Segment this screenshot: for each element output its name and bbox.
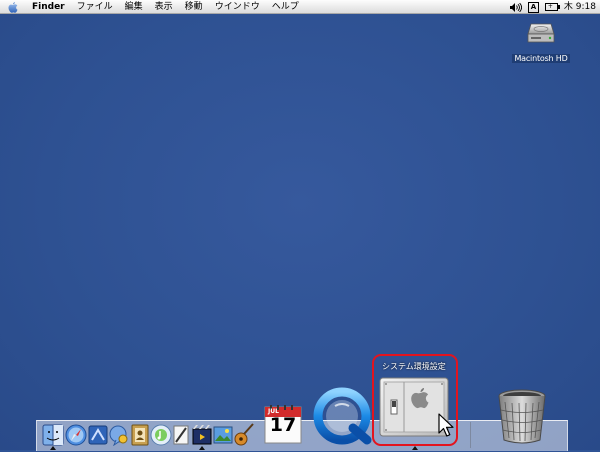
battery-icon: +: [544, 3, 560, 11]
volume-menu[interactable]: [509, 2, 522, 12]
address-book-icon: [131, 424, 149, 446]
dock-iphoto[interactable]: [213, 424, 233, 450]
calendar-day: 17: [269, 414, 297, 436]
safari-icon: [65, 424, 87, 446]
guitar-icon: [234, 423, 254, 446]
desktop[interactable]: [0, 0, 600, 450]
menu-go[interactable]: 移動: [179, 0, 209, 14]
dock-quicktime[interactable]: [313, 386, 375, 452]
arrow-cursor-icon: [438, 413, 454, 437]
dock-separator: [470, 422, 471, 448]
hard-disk-label: Macintosh HD: [512, 54, 570, 63]
dock-app-4[interactable]: [108, 424, 130, 450]
clock[interactable]: 木 9:18: [564, 0, 596, 14]
hard-disk-icon: [527, 23, 555, 43]
battery-menu[interactable]: +: [544, 3, 560, 11]
menu-finder[interactable]: Finder: [26, 0, 71, 14]
menu-file[interactable]: ファイル: [71, 0, 119, 14]
iphoto-icon: [213, 426, 233, 444]
menu-help[interactable]: ヘルプ: [266, 0, 305, 14]
finder-icon: [42, 424, 64, 446]
ime-indicator: A: [527, 1, 539, 13]
running-indicator: [50, 446, 56, 450]
app-icon: [109, 425, 128, 447]
dock-safari[interactable]: [65, 424, 87, 450]
app-icon: [88, 425, 108, 445]
itunes-icon: [150, 424, 172, 446]
quicktime-icon: [313, 387, 372, 445]
menu-view[interactable]: 表示: [149, 0, 179, 14]
macintosh-hd[interactable]: Macintosh HD: [510, 16, 572, 65]
trash-icon: [498, 389, 546, 444]
dock-itunes[interactable]: [150, 424, 172, 450]
menu-window[interactable]: ウインドウ: [209, 0, 266, 14]
menu-edit[interactable]: 編集: [119, 0, 149, 14]
menu-bar: Finder ファイル 編集 表示 移動 ウインドウ ヘルプ A + 木 9:1…: [0, 0, 600, 14]
imovie-icon: [192, 425, 212, 445]
dock-app-3[interactable]: [88, 424, 108, 450]
running-indicator: [412, 446, 418, 450]
dock-address-book[interactable]: [130, 424, 150, 450]
apple-menu[interactable]: [0, 0, 26, 14]
input-menu[interactable]: A: [527, 1, 539, 13]
pen-icon: [173, 425, 189, 445]
dock-garageband[interactable]: [233, 423, 255, 451]
speaker-icon: [509, 2, 522, 12]
dock-app-7[interactable]: [172, 424, 190, 450]
running-indicator: [199, 446, 205, 450]
dock-trash[interactable]: [495, 388, 549, 450]
apple-logo-icon: [8, 1, 18, 13]
mouse-cursor: [438, 413, 454, 443]
